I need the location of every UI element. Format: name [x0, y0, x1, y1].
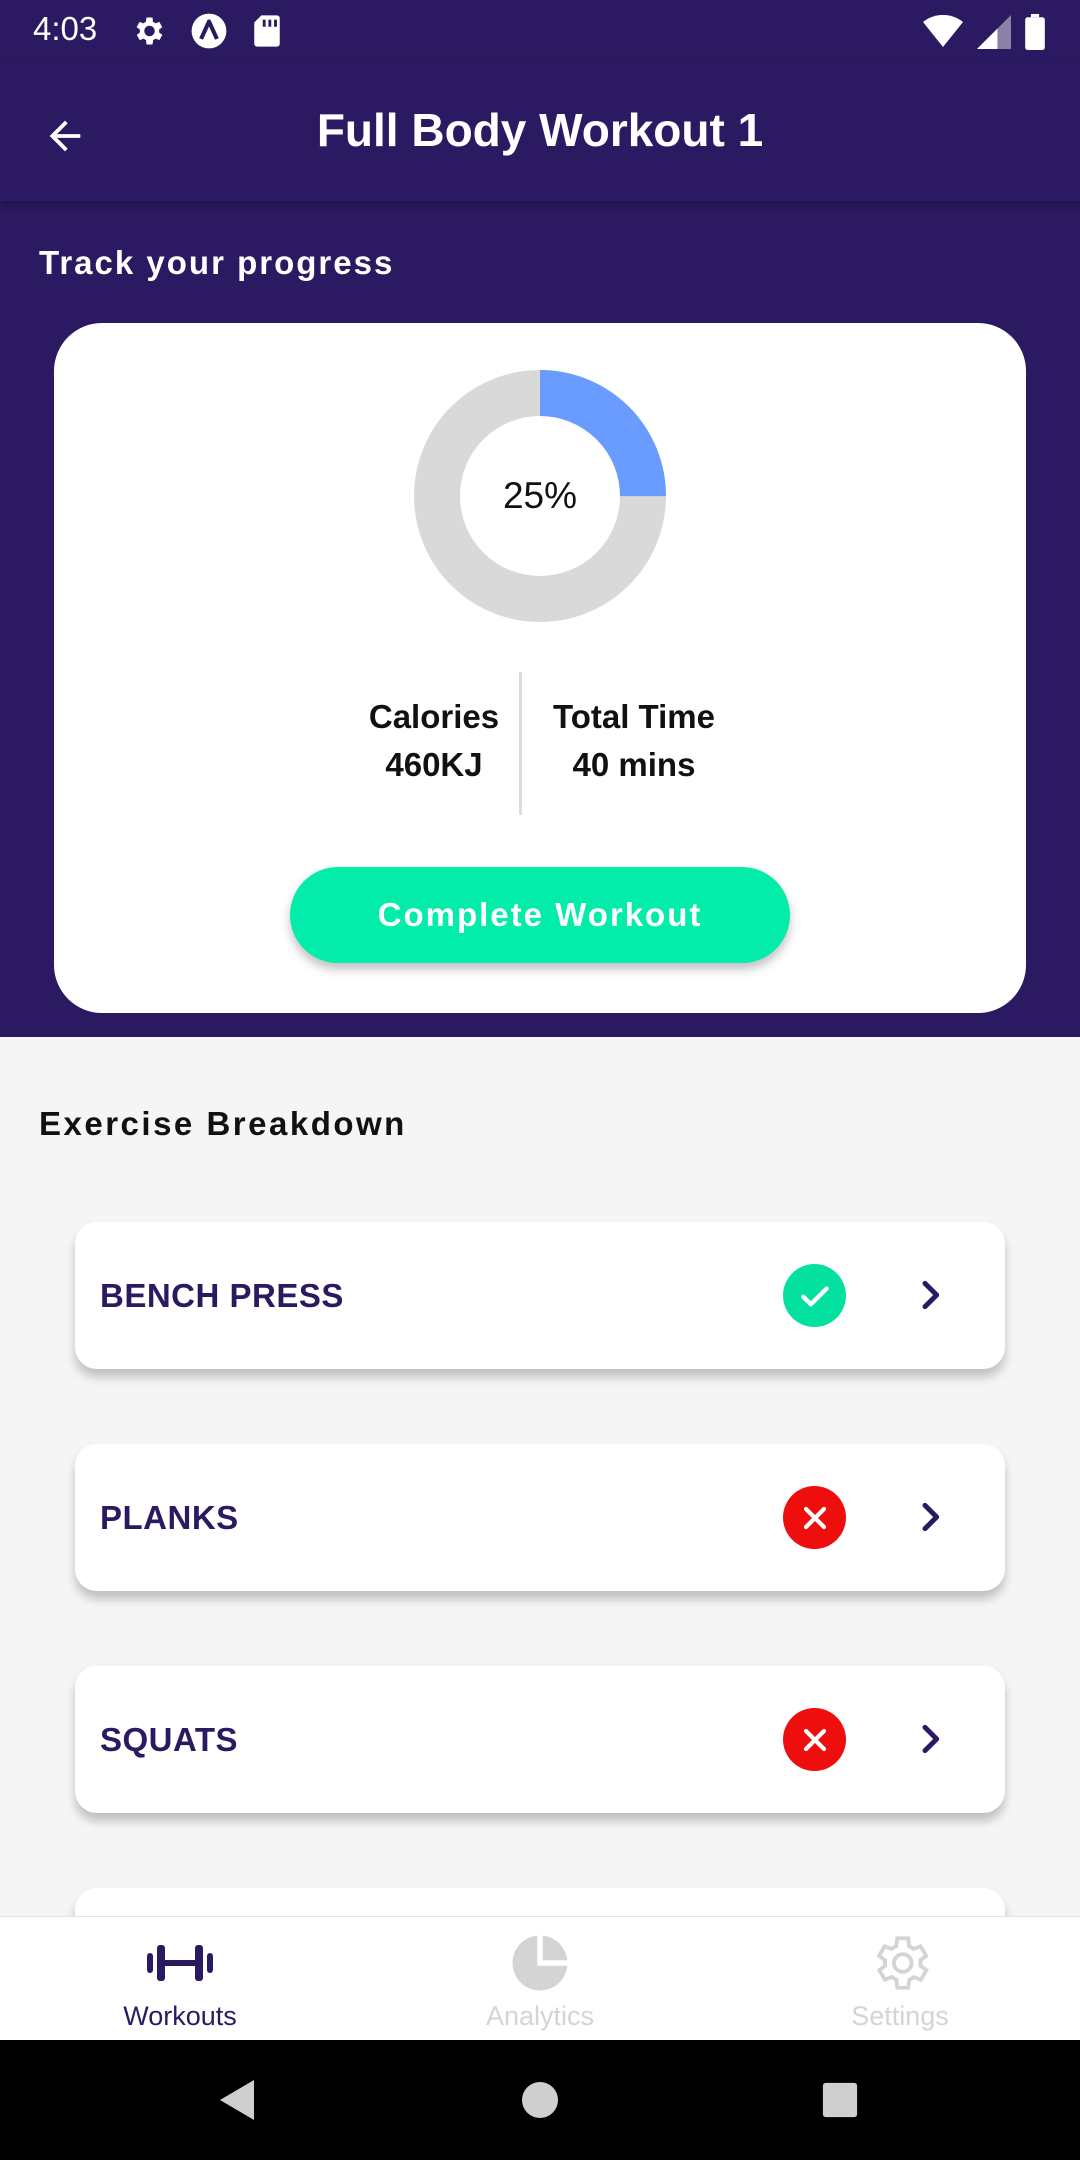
close-icon	[783, 1486, 846, 1549]
gear-icon	[770, 1931, 1030, 1995]
page-title: Full Body Workout 1	[316, 104, 764, 156]
exercise-card-bench-press[interactable]: BENCH PRESS	[75, 1222, 1005, 1369]
sd-card-icon	[252, 14, 282, 53]
nav-label-settings: Settings	[851, 2001, 949, 2031]
wifi-icon	[923, 14, 963, 54]
breakdown-heading: Exercise Breakdown	[39, 1105, 407, 1142]
total-time-stat: Total Time 40 mins	[534, 693, 734, 789]
calories-value: 460KJ	[385, 746, 483, 783]
exercise-name: BENCH PRESS	[100, 1276, 344, 1314]
total-time-value: 40 mins	[572, 746, 696, 783]
battery-icon	[1025, 14, 1045, 55]
bottom-nav: Workouts Analytics Settings	[0, 1916, 1080, 2040]
pie-chart-icon	[410, 1931, 670, 1995]
progress-heading: Track your progress	[39, 244, 395, 281]
progress-percent: 25%	[502, 475, 578, 516]
chevron-right-icon[interactable]	[905, 1492, 955, 1542]
status-time: 4:03	[33, 10, 98, 47]
cell-signal-icon	[977, 15, 1011, 54]
chevron-right-icon[interactable]	[905, 1270, 955, 1320]
progress-section: Track your progress 25% Calories 460KJ T…	[0, 201, 1080, 1037]
progress-card: 25% Calories 460KJ Total Time 40 mins Co…	[54, 323, 1026, 1013]
status-bar: 4:03	[0, 0, 1080, 63]
exercise-name: SQUATS	[100, 1720, 239, 1758]
complete-workout-button[interactable]: Complete Workout	[290, 867, 790, 963]
dumbbell-icon	[50, 1931, 310, 1995]
gear-icon	[130, 13, 166, 54]
home-circle-icon[interactable]	[510, 2070, 570, 2130]
exercise-card-planks[interactable]: PLANKS	[75, 1444, 1005, 1591]
close-icon	[783, 1708, 846, 1771]
nav-item-workouts[interactable]: Workouts	[50, 1917, 310, 2041]
calories-stat: Calories 460KJ	[354, 693, 514, 789]
nav-item-settings[interactable]: Settings	[770, 1917, 1030, 2041]
chevron-right-icon[interactable]	[905, 1714, 955, 1764]
check-icon	[783, 1264, 846, 1327]
stat-divider	[519, 672, 522, 815]
exercise-name: PLANKS	[100, 1498, 239, 1536]
total-time-label: Total Time	[553, 698, 715, 735]
recents-square-icon[interactable]	[810, 2070, 870, 2130]
back-triangle-icon[interactable]	[208, 2070, 268, 2130]
nav-item-analytics[interactable]: Analytics	[410, 1917, 670, 2041]
nav-label-workouts: Workouts	[123, 2001, 237, 2031]
calories-label: Calories	[368, 698, 500, 735]
status-right-icons	[909, 14, 1045, 55]
a-icon	[190, 12, 228, 55]
app-bar: Full Body Workout 1	[0, 63, 1080, 201]
exercise-card-squats[interactable]: SQUATS	[75, 1666, 1005, 1813]
status-left-icons	[130, 12, 306, 55]
nav-label-analytics: Analytics	[485, 2001, 595, 2031]
system-nav-bar	[0, 2040, 1080, 2160]
